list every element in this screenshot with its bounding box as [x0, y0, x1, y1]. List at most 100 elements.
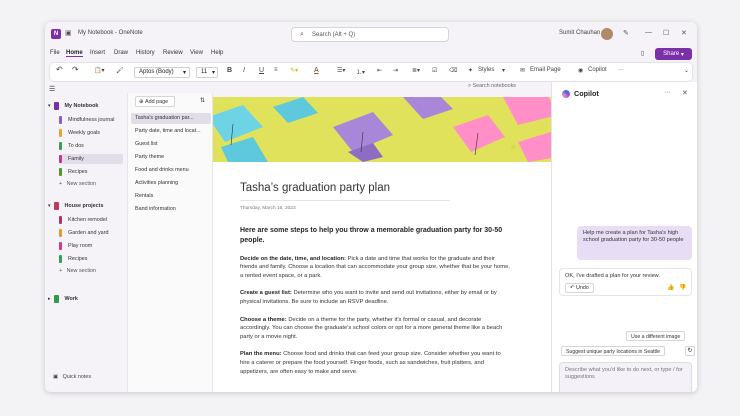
- undo-icon[interactable]: ↶: [56, 65, 63, 74]
- pen-icon[interactable]: ✎: [623, 29, 629, 37]
- search-notebooks-box[interactable]: ⌕ Search notebooks: [468, 83, 554, 94]
- share-label: Share: [663, 51, 680, 57]
- outdent-icon[interactable]: ⇤: [377, 67, 382, 74]
- search-box[interactable]: ⌕ Search (Alt + Q): [291, 27, 449, 42]
- section-kitchen-remodel[interactable]: Kitchen remodel: [59, 215, 123, 225]
- page-item[interactable]: Rentals: [131, 191, 211, 202]
- new-section-button[interactable]: + New section: [59, 268, 96, 274]
- highlight-icon[interactable]: ✎▾: [290, 67, 298, 74]
- page-item[interactable]: Guest list: [131, 139, 211, 150]
- copilot-input[interactable]: Describe what you'd like to do next, or …: [559, 362, 692, 392]
- collapse-ribbon-icon[interactable]: ⌄: [684, 67, 689, 74]
- bold-button[interactable]: B: [227, 67, 232, 74]
- undo-button[interactable]: ↶ Undo: [565, 283, 594, 293]
- font-size-value: 11: [201, 69, 208, 75]
- notebook-house-projects[interactable]: ▾ House projects: [48, 202, 103, 210]
- paste-icon[interactable]: 📋▾: [94, 67, 104, 74]
- font-color-button[interactable]: A: [314, 67, 319, 74]
- notebook-icon: [53, 102, 59, 110]
- page-item[interactable]: Band information: [131, 204, 211, 215]
- align-icon[interactable]: ≣▾: [412, 67, 420, 74]
- indent-icon[interactable]: ⇥: [393, 67, 398, 74]
- thumbs-up-icon[interactable]: 👍: [667, 284, 674, 291]
- italic-button[interactable]: I: [243, 67, 245, 74]
- onenote-window: N ▣ My Notebook - OneNote ⌕ Search (Alt …: [45, 22, 697, 392]
- section-weekly-goals[interactable]: Weekly goals: [59, 128, 123, 138]
- menu-review[interactable]: Review: [163, 50, 183, 56]
- page-item[interactable]: Party theme: [131, 152, 211, 163]
- page-item[interactable]: Activities planning: [131, 178, 211, 189]
- menu-draw[interactable]: Draw: [114, 50, 128, 56]
- strikethrough-icon[interactable]: ≡: [274, 67, 278, 73]
- copilot-title: Copilot: [574, 89, 599, 98]
- menu-file[interactable]: File: [50, 50, 60, 56]
- refresh-suggestions-icon[interactable]: ↻: [685, 346, 695, 356]
- section-label: Play room: [68, 243, 93, 249]
- more-button[interactable]: ···: [618, 67, 624, 73]
- format-painter-icon[interactable]: 🖌: [116, 67, 124, 74]
- font-select[interactable]: Aptos (Body) ▾: [134, 67, 190, 78]
- menu-view[interactable]: View: [190, 50, 203, 56]
- menu-insert[interactable]: Insert: [90, 50, 105, 56]
- numbering-icon[interactable]: ⒈▾: [356, 67, 365, 76]
- copilot-logo-icon: [562, 89, 570, 98]
- save-icon[interactable]: ▣: [65, 29, 72, 37]
- section-to-dos[interactable]: To dos: [59, 141, 123, 151]
- copilot-button[interactable]: Copilot: [588, 67, 607, 73]
- underline-button[interactable]: U: [259, 67, 264, 74]
- more-options-icon[interactable]: ···: [664, 89, 671, 96]
- section-recipes-2[interactable]: Recipes: [59, 254, 123, 264]
- bullets-icon[interactable]: ☰▾: [337, 67, 345, 74]
- page-item[interactable]: Tasha's graduation par...: [131, 113, 211, 124]
- menu-home[interactable]: Home: [66, 50, 83, 57]
- page-item[interactable]: Food and drinks menu: [131, 165, 211, 176]
- close-copilot-icon[interactable]: ✕: [682, 89, 688, 97]
- add-page-label: Add page: [145, 99, 169, 105]
- note-paragraph[interactable]: Create a guest list: Determine who you w…: [240, 289, 510, 306]
- copilot-response: OK, I've drafted a plan for your review.…: [559, 268, 692, 296]
- add-page-button[interactable]: ⊕ Add page: [135, 96, 175, 107]
- share-button[interactable]: Share ▾: [655, 48, 692, 60]
- section-label: Family: [68, 156, 84, 162]
- erase-icon[interactable]: ⌫: [449, 67, 457, 74]
- ribbon-toolbar: ↶ ↷ 📋▾ 🖌 Aptos (Body) ▾ 11 ▾ B I U ≡ ✎▾ A …: [49, 62, 693, 82]
- note-canvas[interactable]: Tasha’s graduation party plan Thursday, …: [213, 97, 551, 392]
- sort-icon[interactable]: ⇅: [200, 97, 205, 104]
- tag-icon[interactable]: ☑: [432, 67, 437, 74]
- suggestion-chip[interactable]: Use a different image: [626, 331, 686, 341]
- section-play-room[interactable]: Play room: [59, 241, 123, 251]
- user-name[interactable]: Sumit Chauhan: [559, 30, 600, 36]
- copilot-header: Copilot: [562, 89, 599, 98]
- menu-help[interactable]: Help: [211, 50, 223, 56]
- font-size-select[interactable]: 11 ▾: [196, 67, 218, 78]
- section-family[interactable]: Family: [59, 154, 123, 164]
- note-paragraph[interactable]: Choose a theme: Decide on a theme for th…: [240, 316, 510, 342]
- styles-button[interactable]: Styles: [478, 67, 494, 73]
- page-title[interactable]: Tasha’s graduation party plan: [240, 181, 510, 195]
- sidebar-toggle-icon[interactable]: ☰: [49, 85, 55, 93]
- redo-icon[interactable]: ↷: [72, 65, 79, 74]
- quick-notes-button[interactable]: ▣ Quick notes: [53, 374, 91, 380]
- notebook-my-notebook[interactable]: ▾ My Notebook: [48, 102, 98, 110]
- note-lead[interactable]: Here are some steps to help you throw a …: [240, 226, 510, 246]
- section-mindfulness-journal[interactable]: Mindfulness journal: [59, 115, 123, 125]
- page-item[interactable]: Party date, time and locat...: [131, 126, 211, 137]
- section-recipes[interactable]: Recipes: [59, 167, 123, 177]
- avatar[interactable]: [601, 28, 613, 40]
- thumbs-down-icon[interactable]: 👎: [679, 284, 686, 291]
- suggestion-chip[interactable]: Suggest unique party locations in Seattl…: [561, 346, 666, 356]
- email-page-button[interactable]: Email Page: [530, 67, 561, 73]
- maximize-icon[interactable]: ☐: [663, 29, 669, 37]
- notebook-icon[interactable]: ▯: [641, 50, 644, 57]
- note-paragraph[interactable]: Decide on the date, time, and location: …: [240, 255, 510, 281]
- notebook-label: Work: [64, 296, 78, 302]
- minimize-icon[interactable]: —: [645, 29, 652, 36]
- notebook-work[interactable]: ▸ Work: [48, 295, 78, 303]
- note-paragraph[interactable]: Plan the menu: Choose food and drinks th…: [240, 350, 510, 376]
- close-icon[interactable]: ✕: [681, 29, 687, 37]
- new-section-button[interactable]: + New section: [59, 181, 96, 187]
- styles-icon[interactable]: ✦: [468, 67, 473, 74]
- section-garden-and-yard[interactable]: Garden and yard: [59, 228, 123, 238]
- menu-history[interactable]: History: [136, 50, 155, 56]
- page-date: Thursday, March 16, 2023: [240, 200, 450, 214]
